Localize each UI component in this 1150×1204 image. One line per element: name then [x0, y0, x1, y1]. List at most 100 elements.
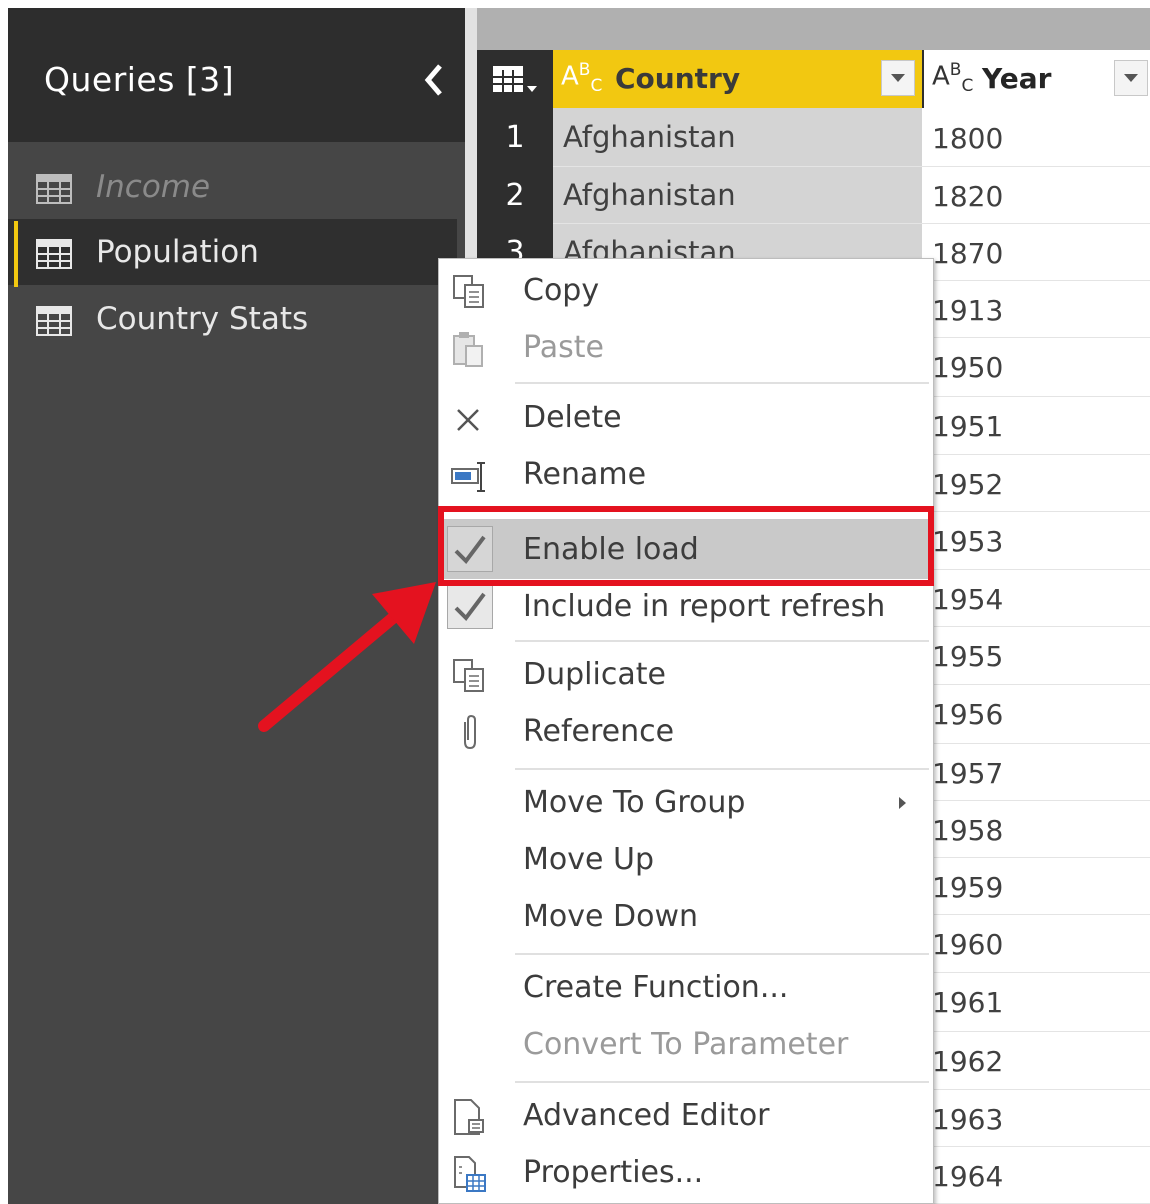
menu-separator	[515, 382, 929, 384]
table-cell[interactable]: 1800	[932, 122, 1003, 155]
table-cell[interactable]: 1953	[932, 525, 1003, 558]
enable-load-checkbox[interactable]	[447, 526, 493, 572]
table-cell[interactable]: 1963	[932, 1103, 1003, 1136]
chevron-left-icon	[424, 64, 442, 96]
text-type-icon[interactable]: ABC	[932, 60, 973, 96]
copy-icon	[453, 275, 484, 308]
menu-item-label: Duplicate	[523, 657, 666, 692]
column-header-year[interactable]: ABC Year	[922, 50, 1150, 108]
menu-item-label: Copy	[523, 273, 600, 308]
column-header-country[interactable]: ABC Country	[553, 50, 922, 108]
menu-item-properties[interactable]: Properties...	[439, 1145, 933, 1201]
row-number[interactable]: 1	[477, 120, 553, 155]
table-cell[interactable]: 1958	[932, 814, 1003, 847]
menu-item-label: Enable load	[523, 532, 699, 567]
menu-item-label: Advanced Editor	[523, 1098, 770, 1133]
menu-item-label: Delete	[523, 400, 622, 435]
menu-separator	[515, 768, 929, 770]
rename-icon	[451, 462, 485, 492]
menu-item-label: Move To Group	[523, 785, 746, 820]
menu-item-paste: Paste	[439, 320, 933, 376]
menu-item-enable-load[interactable]: Enable load	[439, 519, 933, 579]
text-type-icon[interactable]: ABC	[561, 60, 602, 96]
row-divider	[553, 223, 1150, 224]
chevron-down-icon	[1124, 74, 1138, 82]
row-number[interactable]: 2	[477, 178, 553, 213]
table-cell[interactable]: 1955	[932, 640, 1003, 673]
menu-item-move-down[interactable]: Move Down	[439, 889, 933, 945]
table-cell[interactable]: 1960	[932, 928, 1003, 961]
filter-dropdown-button[interactable]	[1114, 60, 1148, 96]
menu-item-advanced-editor[interactable]: Advanced Editor	[439, 1088, 933, 1144]
column-name: Year	[982, 62, 1052, 95]
grid-header: ABC Country ABC Year	[477, 50, 1150, 108]
table-cell[interactable]: 1952	[932, 468, 1003, 501]
table-menu-button[interactable]	[485, 60, 545, 100]
menu-separator	[515, 953, 929, 955]
context-menu: Copy Paste Delete Rename Enable load Inc…	[438, 258, 934, 1204]
query-item-label: Income	[96, 169, 211, 205]
menu-separator	[515, 509, 929, 511]
query-item-country-stats[interactable]: Country Stats	[8, 286, 457, 352]
collapse-pane-button[interactable]	[416, 58, 452, 102]
check-icon	[454, 535, 486, 565]
delete-icon	[457, 409, 479, 431]
table-cell[interactable]: 1954	[932, 583, 1003, 616]
menu-item-label: Create Function...	[523, 970, 789, 1005]
table-cell[interactable]: 1964	[932, 1160, 1003, 1193]
menu-item-copy[interactable]: Copy	[439, 263, 933, 319]
include-refresh-checkbox[interactable]	[447, 583, 493, 629]
chevron-down-icon	[891, 74, 905, 82]
table-cell[interactable]: 1950	[932, 351, 1003, 384]
check-icon	[454, 592, 486, 622]
table-cell[interactable]: Afghanistan	[563, 120, 736, 154]
table-cell[interactable]: 1913	[932, 294, 1003, 327]
properties-icon	[454, 1156, 486, 1192]
table-icon	[36, 174, 72, 204]
menu-item-label: Include in report refresh	[523, 589, 886, 624]
column-name: Country	[615, 62, 741, 95]
menu-separator	[515, 640, 929, 642]
menu-item-reference[interactable]: Reference	[439, 704, 933, 760]
menu-item-create-function[interactable]: Create Function...	[439, 960, 933, 1016]
menu-item-label: Convert To Parameter	[523, 1027, 849, 1062]
queries-title: Queries [3]	[44, 60, 235, 99]
menu-item-label: Properties...	[523, 1155, 704, 1190]
table-cell[interactable]: 1961	[932, 986, 1003, 1019]
row-divider	[553, 166, 1150, 167]
filter-dropdown-button[interactable]	[881, 60, 915, 96]
paste-icon	[453, 332, 483, 367]
table-cell[interactable]: 1951	[932, 410, 1003, 443]
selection-indicator	[14, 221, 18, 287]
menu-item-convert-to-parameter: Convert To Parameter	[439, 1017, 933, 1073]
table-cell[interactable]: 1957	[932, 757, 1003, 790]
menu-item-move-to-group[interactable]: Move To Group	[439, 775, 933, 831]
menu-item-duplicate[interactable]: Duplicate	[439, 647, 933, 703]
table-cell[interactable]: 1956	[932, 698, 1003, 731]
menu-item-label: Paste	[523, 330, 604, 365]
table-icon	[36, 306, 72, 336]
menu-item-label: Move Down	[523, 899, 698, 934]
ribbon-strip	[465, 8, 1150, 54]
menu-item-label: Rename	[523, 457, 647, 492]
queries-header: Queries [3]	[8, 8, 465, 142]
duplicate-icon	[453, 659, 484, 692]
queries-pane: Queries [3] Income Population Country St…	[8, 8, 465, 1204]
table-cell[interactable]: 1959	[932, 871, 1003, 904]
query-item-population[interactable]: Population	[8, 219, 457, 287]
query-item-label: Population	[96, 234, 259, 270]
table-cell[interactable]: 1870	[932, 237, 1003, 270]
menu-item-include-refresh[interactable]: Include in report refresh	[439, 579, 933, 635]
menu-item-label: Reference	[523, 714, 675, 749]
table-cell[interactable]: 1820	[932, 180, 1003, 213]
menu-item-delete[interactable]: Delete	[439, 390, 933, 446]
paperclip-icon	[464, 714, 476, 750]
menu-item-rename[interactable]: Rename	[439, 447, 933, 503]
table-icon	[36, 239, 72, 269]
menu-item-move-up[interactable]: Move Up	[439, 832, 933, 888]
advanced-editor-icon	[454, 1099, 484, 1135]
table-icon	[493, 66, 537, 92]
table-cell[interactable]: Afghanistan	[563, 178, 736, 212]
query-item-income[interactable]: Income	[8, 154, 457, 220]
table-cell[interactable]: 1962	[932, 1045, 1003, 1078]
